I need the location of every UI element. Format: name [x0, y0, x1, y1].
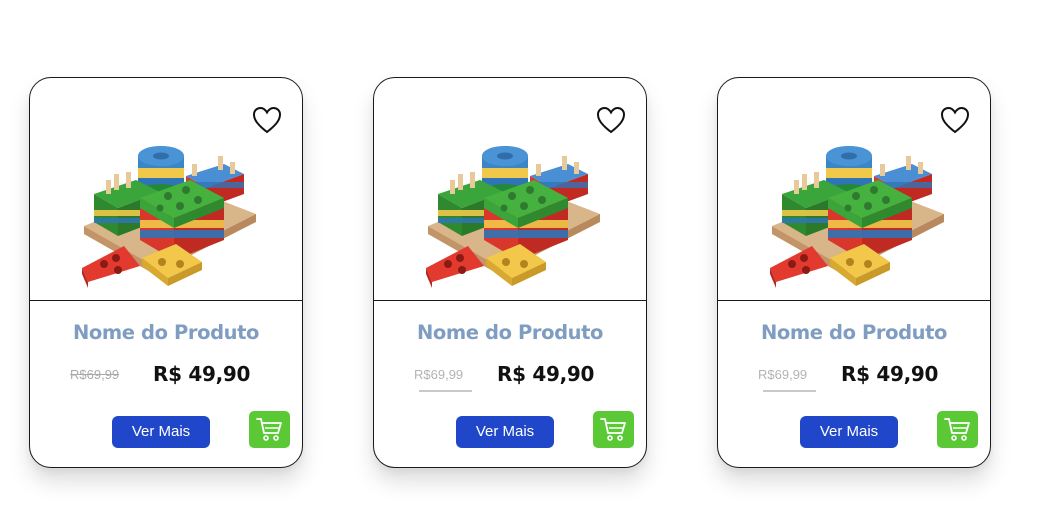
product-image-area: [374, 78, 646, 301]
product-title: Nome do Produto: [72, 321, 260, 344]
see-more-button[interactable]: Ver Mais: [112, 416, 210, 448]
see-more-button[interactable]: Ver Mais: [456, 416, 554, 448]
product-image[interactable]: [418, 116, 608, 291]
add-to-cart-button[interactable]: [937, 411, 978, 448]
heart-outline-icon[interactable]: [252, 106, 282, 134]
product-image-area: [718, 78, 990, 301]
shopping-cart-icon: [944, 418, 970, 441]
product-image[interactable]: [74, 116, 264, 291]
heart-outline-icon[interactable]: [940, 106, 970, 134]
product-card[interactable]: Nome do Produto R$69,99 R$ 49,90 Ver Mai…: [29, 77, 303, 468]
product-image[interactable]: [762, 116, 952, 291]
current-price: R$ 49,90: [497, 362, 595, 386]
add-to-cart-button[interactable]: [593, 411, 634, 448]
product-card[interactable]: Nome do Produto R$69,99 R$ 49,90 Ver Mai…: [373, 77, 647, 468]
shopping-cart-icon: [600, 418, 626, 441]
add-to-cart-button[interactable]: [249, 411, 290, 448]
product-title: Nome do Produto: [416, 321, 604, 344]
old-price-underline: [419, 390, 472, 392]
product-image-area: [30, 78, 302, 301]
old-price: R$69,99: [70, 367, 120, 382]
old-price: R$69,99: [758, 367, 808, 382]
see-more-button[interactable]: Ver Mais: [800, 416, 898, 448]
product-title: Nome do Produto: [760, 321, 948, 344]
current-price: R$ 49,90: [153, 362, 251, 386]
old-price-underline: [763, 390, 816, 392]
heart-outline-icon[interactable]: [596, 106, 626, 134]
product-card[interactable]: Nome do Produto R$69,99 R$ 49,90 Ver Mai…: [717, 77, 991, 468]
shopping-cart-icon: [256, 418, 282, 441]
old-price: R$69,99: [414, 367, 464, 382]
product-grid: Nome do Produto R$69,99 R$ 49,90 Ver Mai…: [0, 0, 1051, 507]
current-price: R$ 49,90: [841, 362, 939, 386]
